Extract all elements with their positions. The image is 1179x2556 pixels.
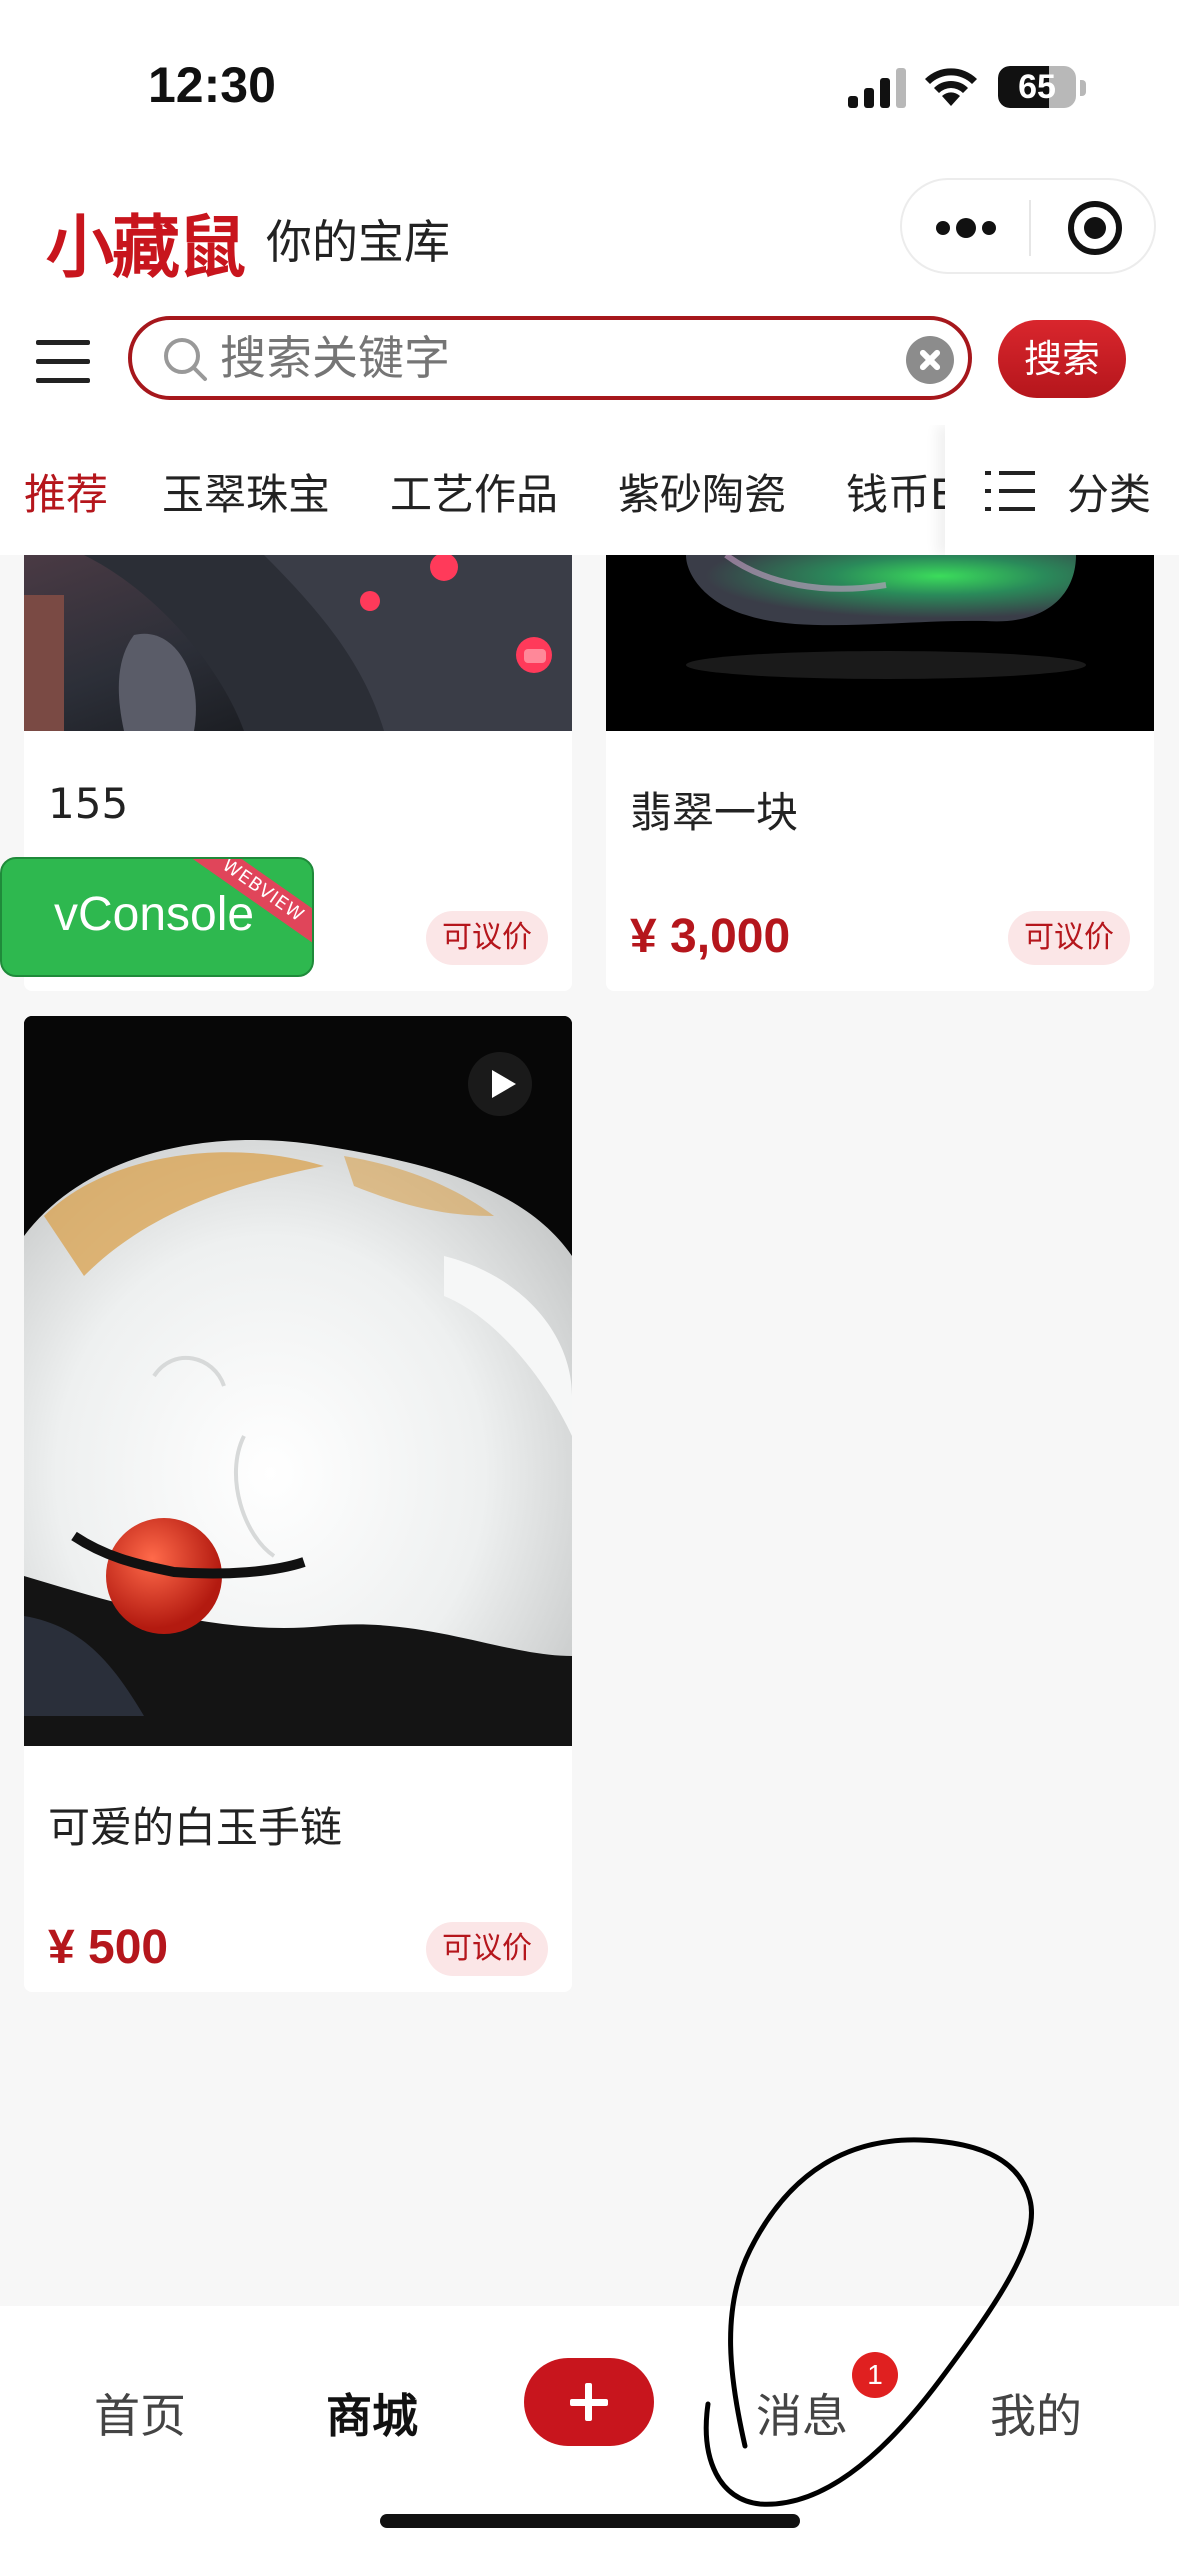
battery-percent: 65 [1018, 68, 1056, 106]
tab-home[interactable]: 首页 [94, 2380, 186, 2446]
home-indicator [380, 2514, 800, 2528]
product-card[interactable]: 可爱的白玉手链 ¥ 500 可议价 [24, 1016, 572, 1992]
app-slogan: 你的宝库 [266, 215, 450, 269]
battery-tip [1080, 80, 1086, 96]
vconsole-label: vConsole [54, 888, 255, 941]
product-title: 翡翠一块 [630, 788, 799, 837]
list-icon [985, 471, 1035, 511]
clear-icon[interactable] [906, 336, 954, 384]
page: 12:30 65 小藏鼠 你的宝库 搜索关键字 搜索 推荐 玉翠珠宝 工艺作品 … [0, 0, 1179, 2556]
capsule-divider [1029, 200, 1031, 256]
tab-recommend[interactable]: 推荐 [24, 461, 108, 522]
battery-icon: 65 [998, 66, 1076, 108]
product-title: 可爱的白玉手链 [48, 1803, 343, 1852]
robot-image [24, 555, 572, 731]
menu-icon[interactable] [36, 340, 90, 384]
negotiable-badge: 可议价 [426, 1922, 548, 1976]
tab-messages[interactable]: 消息 [756, 2380, 848, 2446]
status-bar: 12:30 65 [0, 0, 1179, 170]
miniprogram-capsule [900, 178, 1156, 274]
category-tabs: 推荐 玉翠珠宝 工艺作品 紫砂陶瓷 钱币E 分类 [0, 425, 1179, 555]
jade-image [606, 555, 1154, 731]
negotiable-badge: 可议价 [1008, 911, 1130, 965]
tab-mine[interactable]: 我的 [990, 2380, 1082, 2446]
search-button[interactable]: 搜索 [998, 320, 1126, 398]
more-icon[interactable] [936, 218, 998, 238]
status-time: 12:30 [148, 57, 276, 113]
search-input[interactable] [220, 320, 820, 396]
product-card[interactable]: 翡翠一块 ¥ 3,000 可议价 [606, 555, 1154, 991]
category-button[interactable]: 分类 [945, 425, 1179, 555]
wifi-icon [925, 68, 977, 106]
tab-coins[interactable]: 钱币E [846, 461, 957, 522]
message-badge: 1 [852, 2352, 898, 2398]
product-price: ¥ 500 [48, 1921, 169, 1974]
tab-pottery[interactable]: 紫砂陶瓷 [618, 461, 786, 522]
white-jade-image [24, 1016, 572, 1746]
product-title: 155 [48, 779, 129, 828]
tab-jade-jewelry[interactable]: 玉翠珠宝 [162, 461, 330, 522]
add-button[interactable] [524, 2358, 654, 2446]
tab-mall[interactable]: 商城 [326, 2380, 418, 2446]
negotiable-badge: 可议价 [426, 911, 548, 965]
search-box[interactable] [128, 316, 972, 400]
search-bar: 搜索 [0, 300, 1179, 425]
vconsole-button[interactable]: vConsole WEBVIEW [0, 857, 314, 977]
cellular-signal-icon [848, 68, 906, 108]
category-label: 分类 [1067, 470, 1152, 519]
product-price: ¥ 3,000 [630, 910, 791, 963]
close-miniprogram-icon[interactable] [1068, 201, 1122, 255]
search-icon [164, 338, 207, 381]
tab-crafts[interactable]: 工艺作品 [390, 461, 558, 522]
play-icon[interactable] [468, 1052, 532, 1116]
app-header: 小藏鼠 你的宝库 [0, 170, 1179, 300]
app-logo: 小藏鼠 [46, 208, 246, 288]
